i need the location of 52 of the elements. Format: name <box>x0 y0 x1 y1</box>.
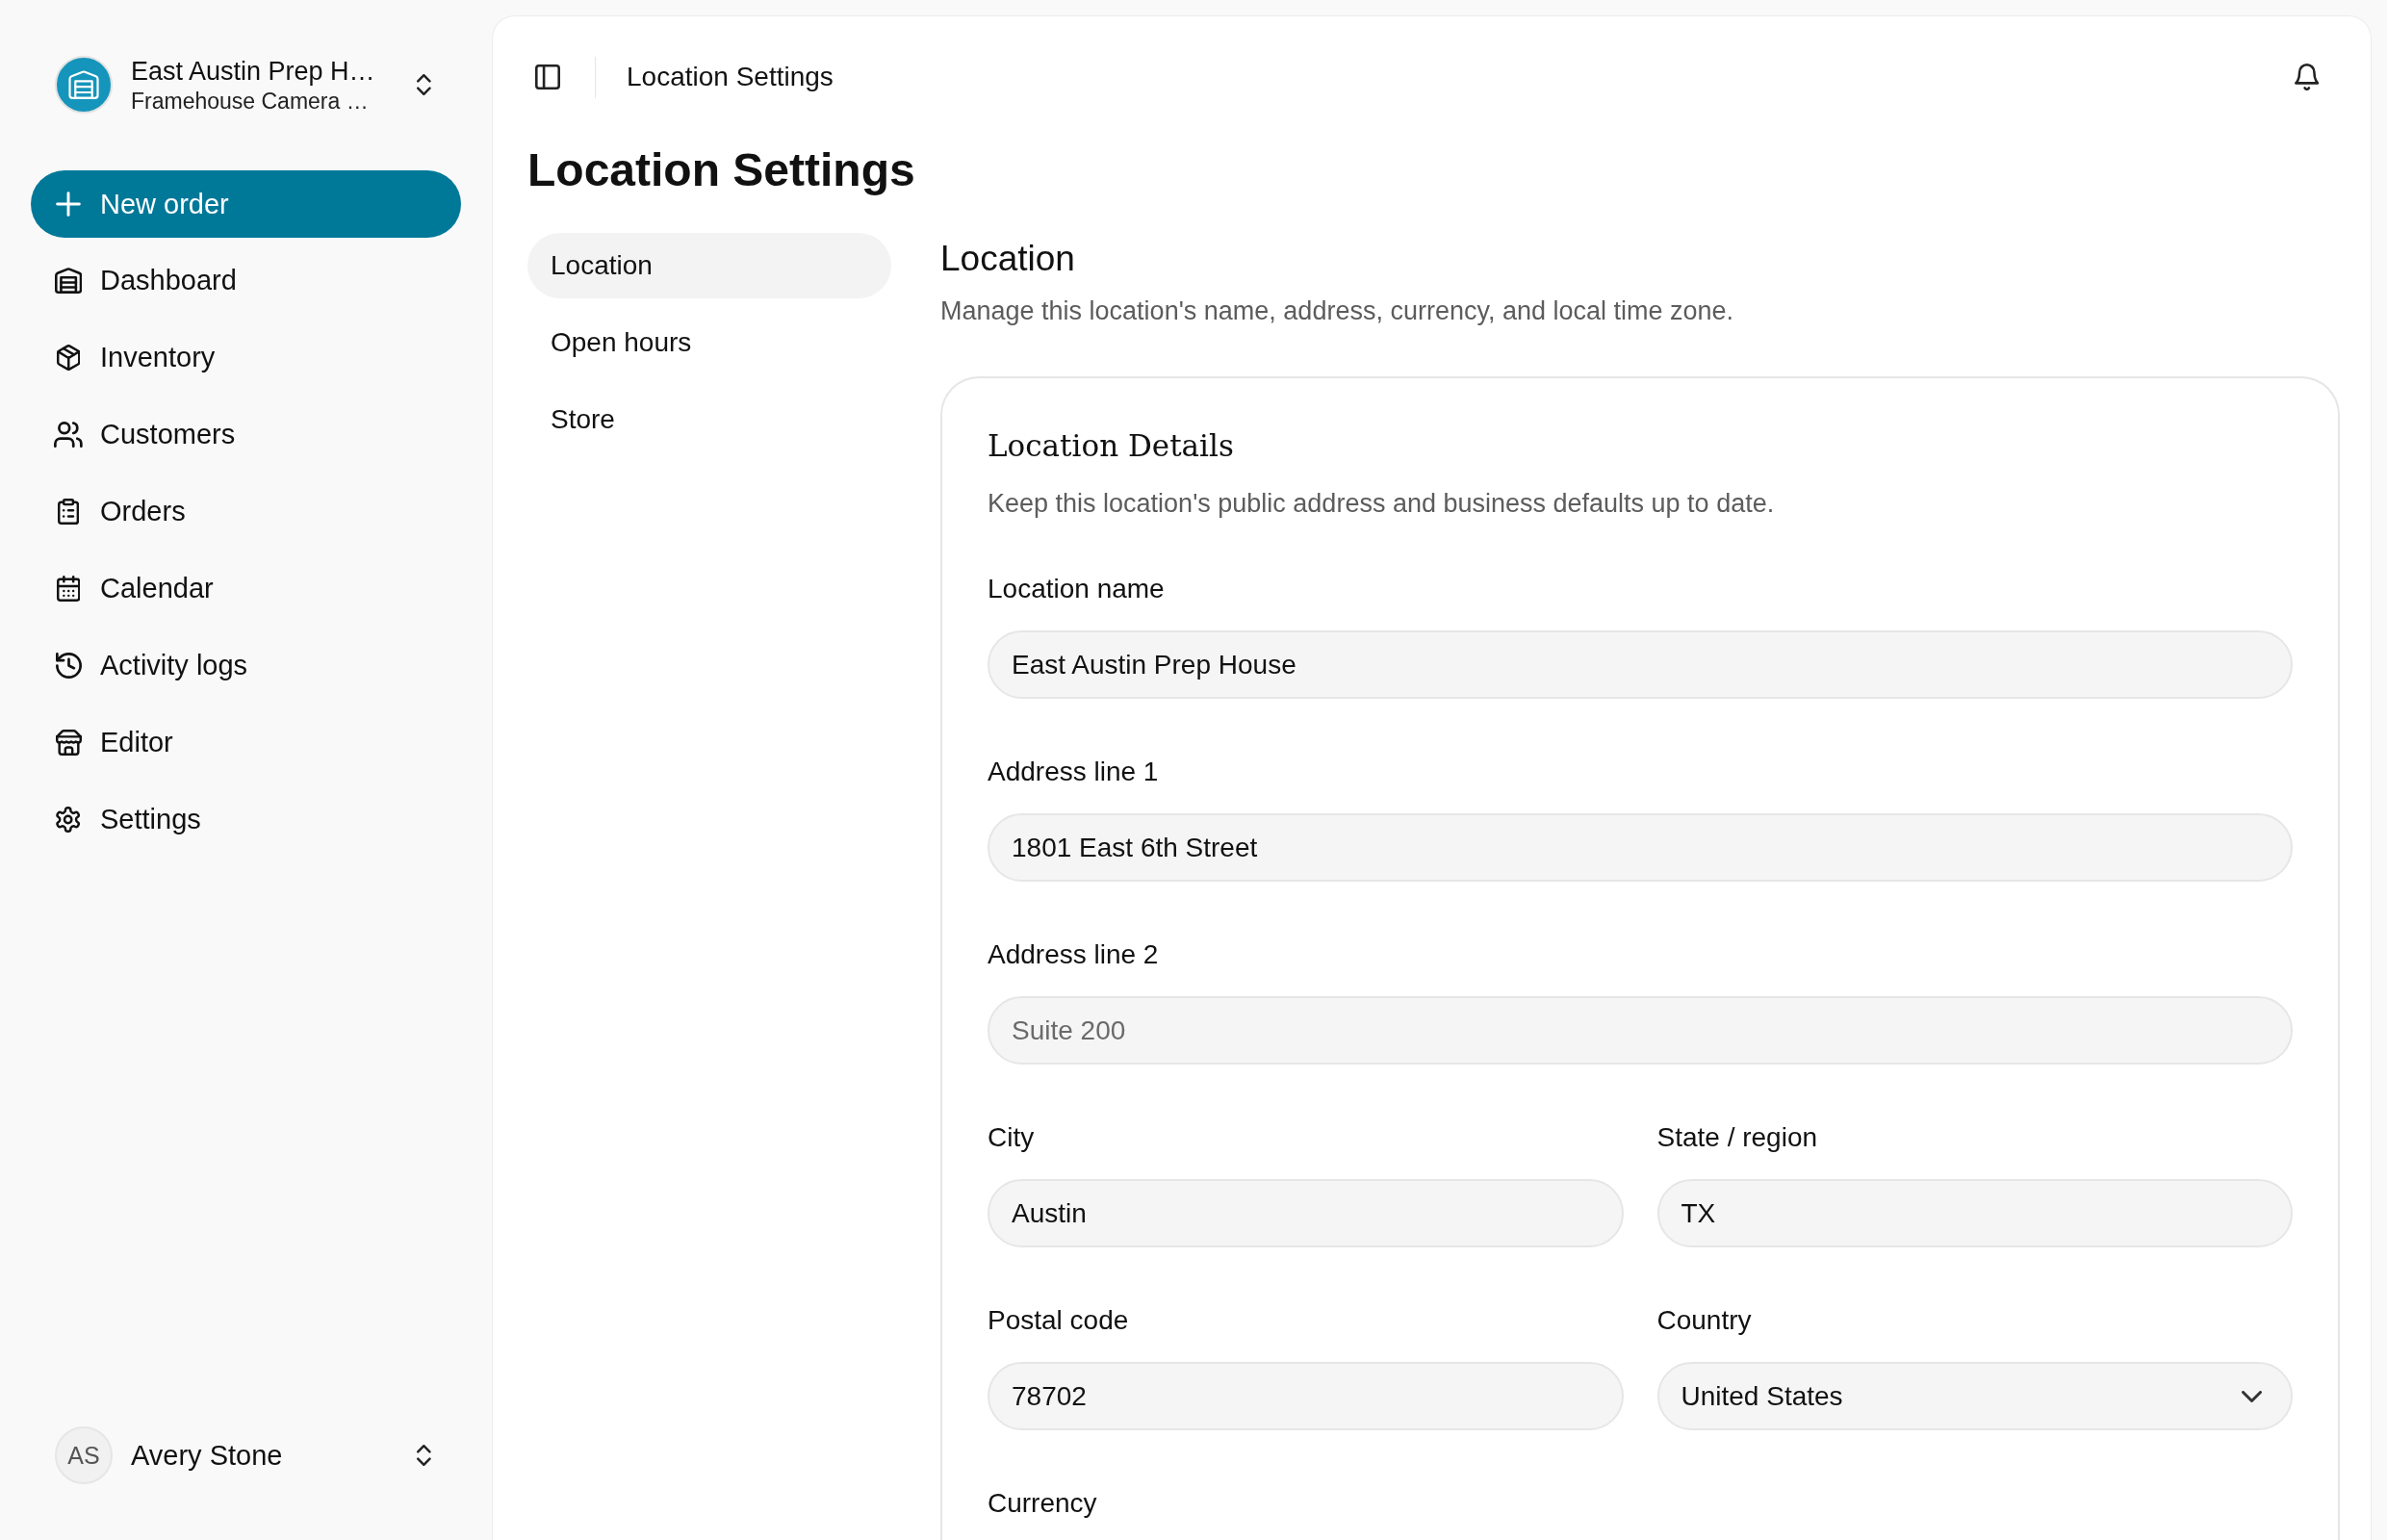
nav-item[interactable]: Editor <box>31 711 461 773</box>
input-field[interactable]: 1801 East 6th Street <box>988 813 2293 882</box>
chevrons-up-down-icon[interactable] <box>417 1445 431 1466</box>
card-title: Location Details <box>988 427 1234 465</box>
warehouse-icon <box>54 267 83 294</box>
settings-icon <box>56 806 81 833</box>
nav-item[interactable]: Inventory <box>31 326 461 388</box>
nav-item[interactable]: Activity logs <box>31 634 461 696</box>
workspace-subtitle: Framehouse Camera … <box>131 88 369 115</box>
package-icon <box>56 344 81 371</box>
nav-item[interactable]: Dashboard <box>31 249 461 311</box>
card-description: Keep this location's public address and business defaults up to date. <box>988 488 1775 520</box>
store-icon <box>55 729 82 756</box>
chevrons-up-down-icon[interactable] <box>417 74 431 95</box>
page-title: Location Settings <box>527 143 915 197</box>
warehouse-icon <box>55 56 113 114</box>
chevron-down-icon <box>2242 1390 2262 1402</box>
subnav-tab[interactable]: Location <box>527 233 891 298</box>
field-label: Country <box>1656 1304 1752 1337</box>
field-label: City <box>988 1121 1035 1154</box>
panel-left-icon[interactable] <box>535 64 560 90</box>
new-order-button[interactable]: New order <box>31 170 461 238</box>
workspace-name: East Austin Prep H… <box>131 56 375 88</box>
calendar-icon <box>56 575 81 602</box>
field-label: Location name <box>988 573 1165 605</box>
field-label: Postal code <box>988 1304 1129 1337</box>
breadcrumb: Location Settings <box>627 62 834 92</box>
input-field[interactable]: TX <box>1656 1179 2293 1247</box>
nav-item[interactable]: Calendar <box>31 557 461 619</box>
user-avatar: AS <box>55 1426 113 1484</box>
input-field[interactable]: Austin <box>988 1179 1624 1247</box>
subnav-tab[interactable]: Store <box>527 387 891 452</box>
plus-icon <box>56 192 81 217</box>
user-name: Avery Stone <box>131 1439 283 1472</box>
history-icon <box>55 652 82 679</box>
nav-item[interactable]: Customers <box>31 403 461 465</box>
field-label: Address line 2 <box>988 938 1159 971</box>
section-title: Location <box>940 238 1075 280</box>
section-description: Manage this location's name, address, currency, and local time zone. <box>940 295 1734 327</box>
nav-item[interactable]: Orders <box>31 480 461 542</box>
nav-item[interactable]: Settings <box>31 788 461 850</box>
select-field[interactable]: United States <box>1656 1362 2293 1430</box>
field-label: Address line 1 <box>988 756 1159 788</box>
input-field[interactable]: Suite 200 <box>988 996 2293 1065</box>
input-field[interactable]: 78702 <box>988 1362 1624 1430</box>
subnav-tab[interactable]: Open hours <box>527 310 891 375</box>
clipboard-list-icon <box>57 498 80 525</box>
bell-icon[interactable] <box>2294 64 2319 90</box>
input-field[interactable]: East Austin Prep House <box>988 630 2293 699</box>
field-label: Currency <box>988 1487 1097 1520</box>
field-label: State / region <box>1656 1121 1818 1154</box>
users-icon <box>54 421 83 448</box>
